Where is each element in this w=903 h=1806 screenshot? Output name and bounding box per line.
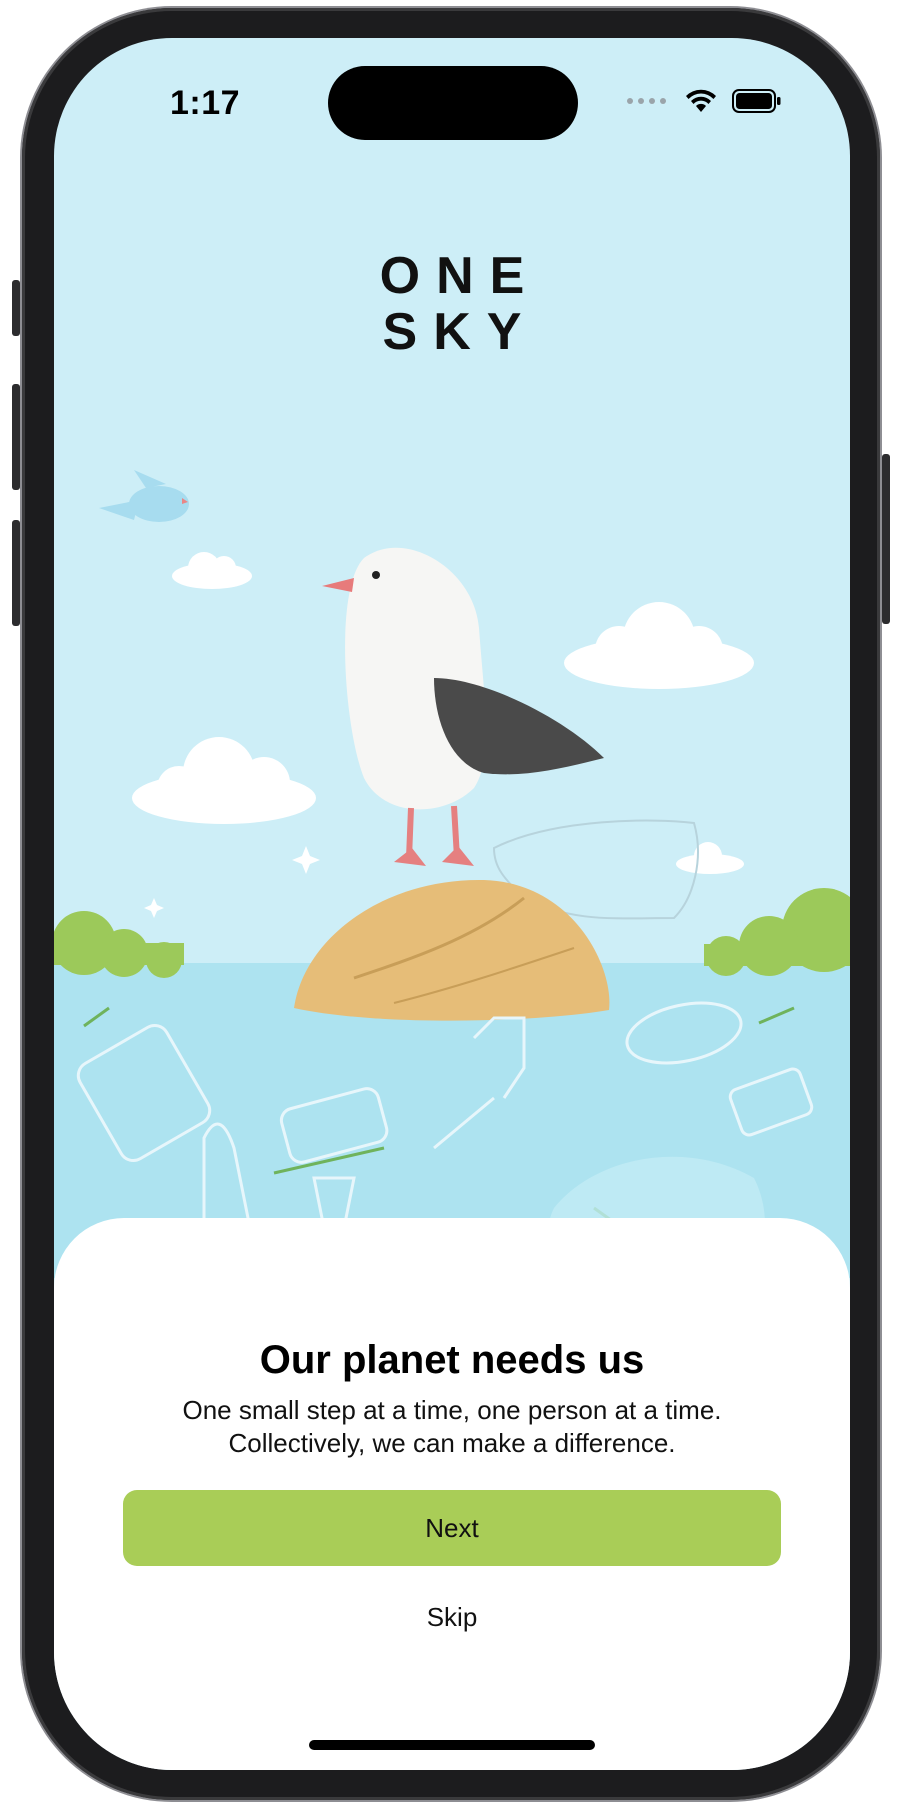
next-button[interactable]: Next <box>123 1490 781 1566</box>
wifi-icon <box>686 89 716 112</box>
app-screen: 1:17 ONE SKY Our planet needs us One sma… <box>54 38 850 1770</box>
status-bar: 1:17 <box>54 38 850 168</box>
rock-island <box>294 879 610 1021</box>
onboarding-headline: Our planet needs us <box>259 1338 645 1382</box>
status-icons <box>627 88 782 114</box>
bush-left <box>54 911 184 978</box>
hero-illustration <box>54 470 850 1278</box>
volume-down-button <box>12 520 20 626</box>
battery-icon <box>732 89 781 113</box>
cloud-right <box>564 602 754 689</box>
seagull-illustration <box>322 547 604 866</box>
dynamic-island <box>328 66 578 140</box>
power-button <box>882 454 890 624</box>
home-indicator[interactable] <box>309 1740 595 1750</box>
bush-right <box>704 888 850 976</box>
skip-button[interactable]: Skip <box>352 1592 552 1642</box>
status-time: 1:17 <box>170 84 241 122</box>
cloud-tiny <box>676 842 744 874</box>
volume-up-button <box>12 384 20 490</box>
logo-line-one: ONE <box>379 247 541 305</box>
onboarding-description: One small step at a time, one person at … <box>114 1394 790 1460</box>
description-line-two: Collectively, we can make a difference. <box>228 1428 676 1458</box>
description-line-one: One small step at a time, one person at … <box>182 1395 722 1425</box>
signal-dots-icon <box>627 98 666 104</box>
logo-line-two: SKY <box>382 303 538 361</box>
cloud-small <box>172 552 252 589</box>
app-logo: ONE SKY <box>54 248 850 360</box>
bird-icon <box>99 470 189 522</box>
cloud-left <box>132 737 316 824</box>
action-button <box>12 280 20 336</box>
